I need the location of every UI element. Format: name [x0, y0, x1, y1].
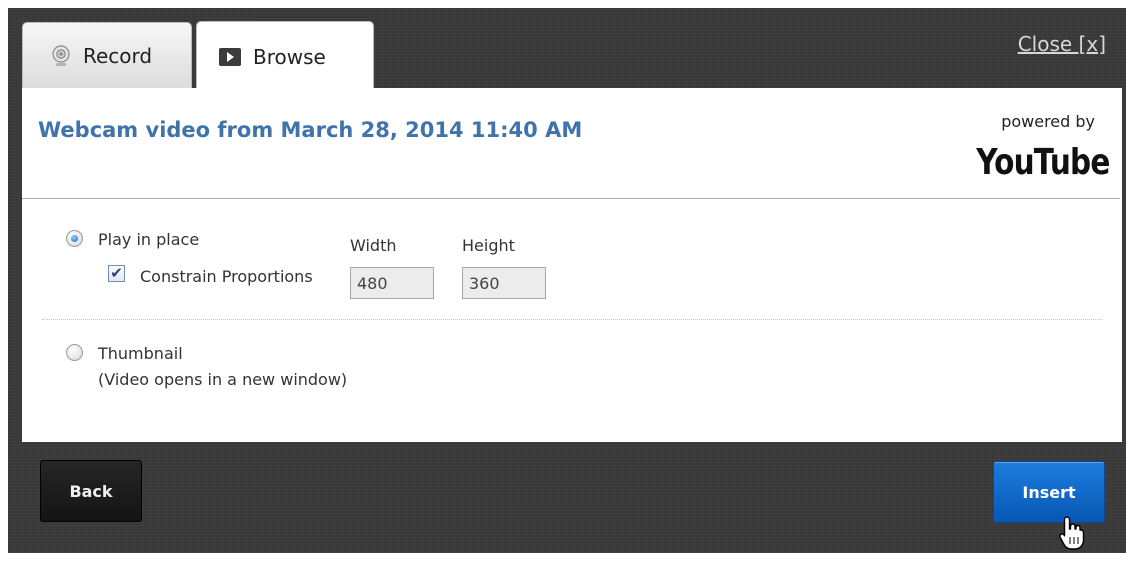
browse-panel: Webcam video from March 28, 2014 11:40 A…	[22, 88, 1122, 442]
back-button[interactable]: Back	[40, 460, 142, 522]
play-icon	[219, 47, 241, 66]
thumbnail-label: Thumbnail	[98, 344, 183, 363]
play-in-place-radio[interactable]	[66, 230, 83, 247]
header-divider	[22, 198, 1120, 199]
embed-video-dialog: Record Browse Close [x] Webcam video fro…	[8, 8, 1126, 553]
tab-browse-label: Browse	[253, 44, 326, 69]
tab-record-label: Record	[83, 43, 153, 68]
options-divider	[42, 319, 1102, 320]
play-in-place-label: Play in place	[98, 230, 200, 249]
hand-cursor-icon	[1058, 515, 1086, 553]
height-label: Height	[462, 236, 515, 255]
tab-browse[interactable]: Browse	[196, 21, 374, 91]
checkmark-icon: ✔	[110, 264, 123, 282]
width-label: Width	[350, 236, 397, 255]
constrain-proportions-label: Constrain Proportions	[140, 267, 313, 286]
width-input[interactable]	[350, 267, 434, 299]
insert-button[interactable]: Insert	[993, 461, 1105, 523]
powered-by-text: powered by	[1001, 112, 1095, 131]
tab-record[interactable]: Record	[22, 22, 192, 88]
video-title: Webcam video from March 28, 2014 11:40 A…	[38, 118, 583, 142]
webcam-icon	[51, 44, 71, 67]
thumbnail-note: (Video opens in a new window)	[98, 370, 348, 389]
close-link[interactable]: Close [x]	[1018, 32, 1106, 56]
height-input[interactable]	[462, 267, 546, 299]
youtube-logo: YouTube	[976, 142, 1111, 183]
constrain-proportions-checkbox[interactable]: ✔	[108, 265, 125, 282]
thumbnail-radio[interactable]	[66, 344, 83, 361]
